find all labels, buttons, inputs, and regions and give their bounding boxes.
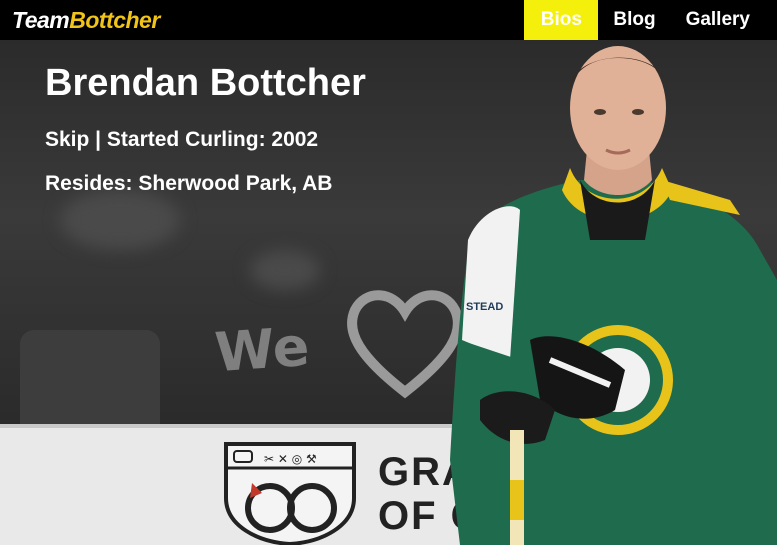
player-photo: STEAD [450, 46, 777, 545]
logo-team-text: Team [12, 6, 70, 33]
background-light-blur [250, 250, 320, 290]
jersey-sponsor-text: STEAD [466, 301, 503, 313]
nav-blog[interactable]: Blog [598, 0, 670, 40]
player-role-line: Skip | Started Curling: 2002 [45, 128, 319, 151]
bio-page: Team Bottcher Bios Blog Gallery We ✂ ✕ ◎ … [0, 0, 777, 545]
nav-gallery[interactable]: Gallery [671, 0, 777, 40]
top-navigation-bar: Team Bottcher Bios Blog Gallery [0, 0, 777, 40]
player-bio: Brendan Bottcher Skip | Started Curling:… [45, 60, 366, 196]
nav-bios[interactable]: Bios [524, 0, 599, 40]
player-name: Brendan Bottcher [45, 62, 366, 104]
logo-bottcher-text: Bottcher [69, 6, 160, 33]
player-residence-line: Resides: Sherwood Park, AB [45, 172, 333, 195]
svg-text:✂ ✕ ◎ ⚒: ✂ ✕ ◎ ⚒ [264, 452, 317, 466]
grand-slam-logo-icon: ✂ ✕ ◎ ⚒ [224, 442, 356, 545]
we-banner-text: We [212, 314, 312, 385]
main-nav: Bios Blog Gallery [524, 0, 777, 40]
team-bottcher-logo[interactable]: Team Bottcher [12, 3, 160, 37]
background-light-blur [60, 190, 180, 250]
